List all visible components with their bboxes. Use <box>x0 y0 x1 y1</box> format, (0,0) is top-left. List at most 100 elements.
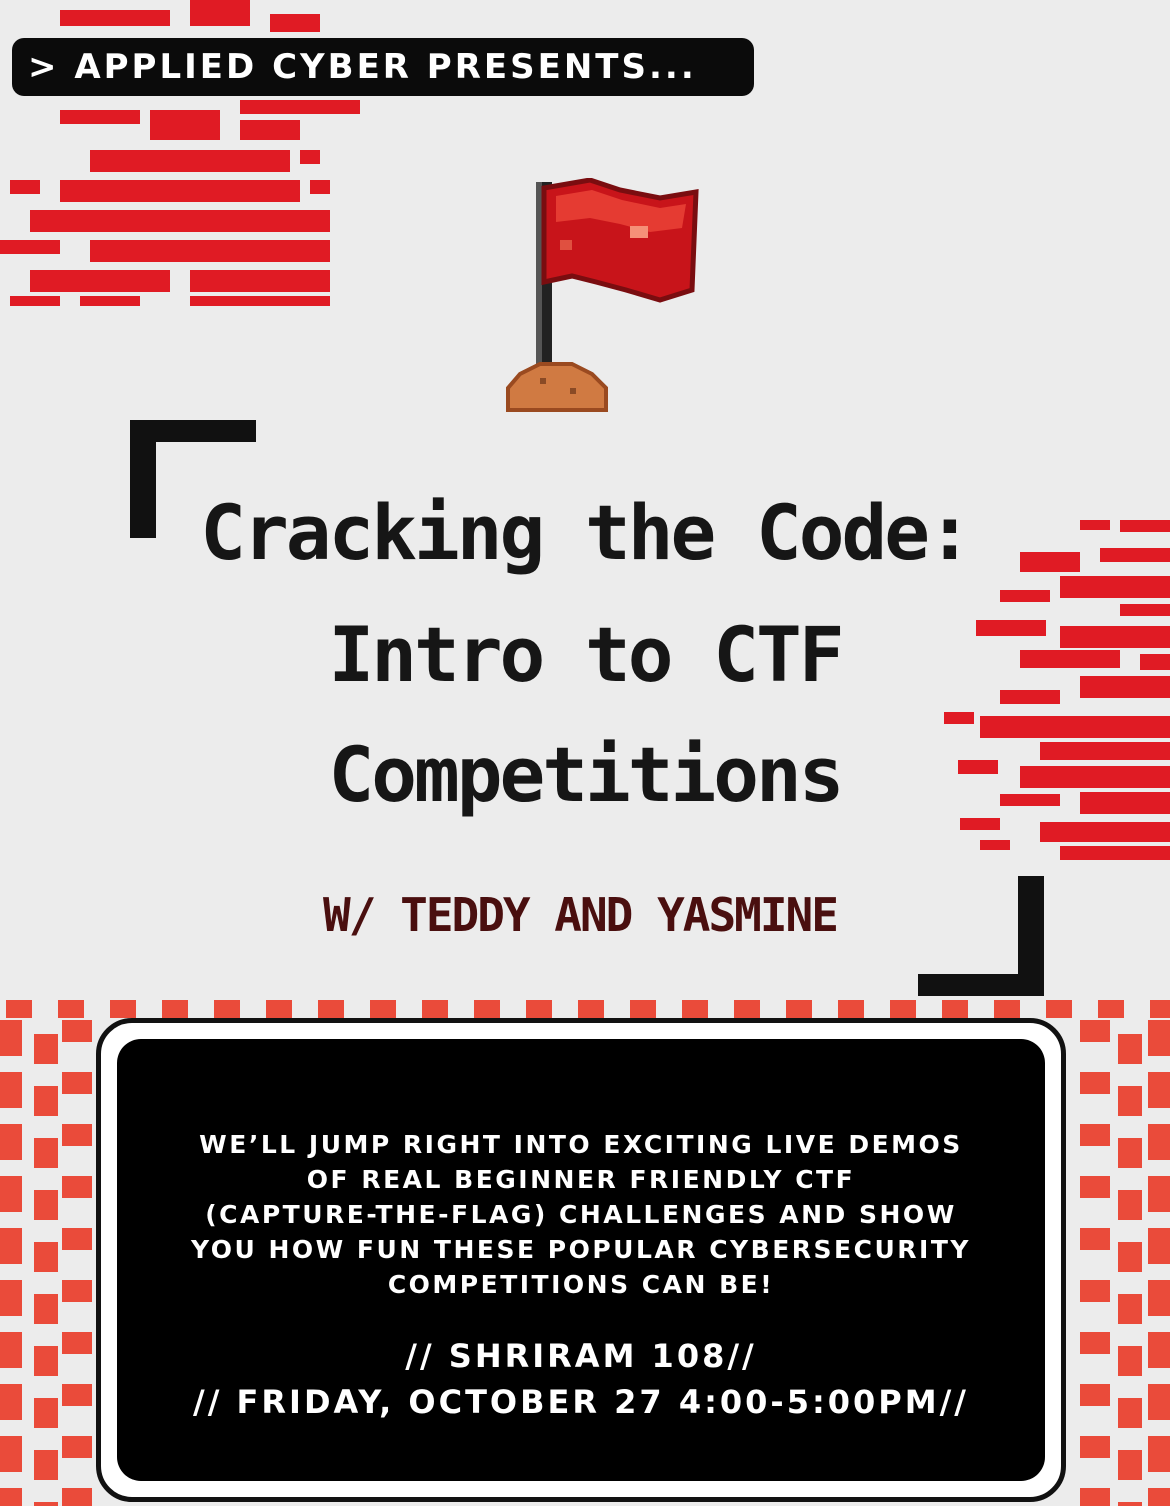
glitch-pixel <box>30 270 170 292</box>
glitch-pixel <box>1060 576 1170 598</box>
pattern-pixel <box>0 1228 22 1264</box>
pattern-pixel <box>0 1488 22 1506</box>
pattern-pixel <box>786 1000 812 1018</box>
pattern-pixel <box>62 1332 92 1354</box>
glitch-pixel <box>60 110 140 124</box>
pattern-pixel <box>370 1000 396 1018</box>
pattern-pixel <box>1080 1280 1110 1302</box>
glitch-pixel <box>944 712 974 724</box>
glitch-pixel <box>240 120 300 140</box>
glitch-pixel <box>300 150 320 164</box>
pattern-pixel <box>1148 1332 1170 1368</box>
glitch-pixel <box>90 150 290 172</box>
pattern-pixel <box>1148 1072 1170 1108</box>
event-description: WE’LL JUMP RIGHT INTO EXCITING LIVE DEMO… <box>191 1130 971 1299</box>
glitch-pixel <box>190 296 330 306</box>
pattern-pixel <box>266 1000 292 1018</box>
pattern-pixel <box>34 1138 58 1168</box>
pattern-pixel <box>1118 1242 1142 1272</box>
flag-icon <box>506 178 699 412</box>
pattern-pixel <box>62 1072 92 1094</box>
glitch-pixel <box>270 14 320 32</box>
glitch-pixel <box>1060 846 1170 860</box>
pattern-pixel <box>1080 1176 1110 1198</box>
pattern-pixel <box>1148 1488 1170 1506</box>
pattern-pixel <box>34 1242 58 1272</box>
pattern-pixel <box>1080 1124 1110 1146</box>
pattern-pixel <box>1148 1436 1170 1472</box>
presenter-text: > APPLIED CYBER PRESENTS... <box>28 47 697 87</box>
pattern-pixel <box>994 1000 1020 1018</box>
pattern-pixel <box>942 1000 968 1018</box>
glitch-pixel <box>30 210 330 232</box>
pattern-pixel <box>62 1176 92 1198</box>
pattern-pixel <box>526 1000 552 1018</box>
pattern-pixel <box>1148 1176 1170 1212</box>
pattern-pixel <box>34 1398 58 1428</box>
pattern-pixel <box>62 1124 92 1146</box>
pattern-pixel <box>1148 1280 1170 1316</box>
pattern-pixel <box>630 1000 656 1018</box>
pattern-pixel <box>1080 1436 1110 1458</box>
pattern-pixel <box>34 1450 58 1480</box>
glitch-pixel <box>1000 590 1050 602</box>
pattern-pixel <box>1080 1072 1110 1094</box>
glitch-pixel <box>980 840 1010 850</box>
pattern-pixel <box>1118 1190 1142 1220</box>
pattern-pixel <box>162 1000 188 1018</box>
glitch-pixel <box>960 818 1000 830</box>
glitch-pixel <box>10 296 60 306</box>
pattern-pixel <box>1080 1228 1110 1250</box>
title-line-1: Cracking the Code: <box>200 488 973 577</box>
glitch-pixel <box>0 240 60 254</box>
pattern-pixel <box>1118 1398 1142 1428</box>
pattern-pixel <box>0 1280 22 1316</box>
pattern-pixel <box>62 1384 92 1406</box>
pattern-pixel <box>0 1072 22 1108</box>
pattern-pixel <box>682 1000 708 1018</box>
event-info-box: WE’LL JUMP RIGHT INTO EXCITING LIVE DEMO… <box>96 1018 1066 1502</box>
event-datetime: // FRIDAY, OCTOBER 27 4:00-5:00PM// <box>193 1383 969 1421</box>
glitch-pixel <box>60 10 170 26</box>
pattern-pixel <box>890 1000 916 1018</box>
presenter-banner: > APPLIED CYBER PRESENTS... <box>12 38 754 96</box>
presenters-subtitle: W/ TEDDY AND YASMINE <box>323 888 839 942</box>
glitch-pixel <box>90 240 330 262</box>
pattern-pixel <box>34 1502 58 1506</box>
pattern-pixel <box>1080 1384 1110 1406</box>
pattern-pixel <box>6 1000 32 1018</box>
pattern-pixel <box>34 1034 58 1064</box>
pattern-pixel <box>0 1332 22 1368</box>
event-poster: > APPLIED CYBER PRESENTS... Cracking the… <box>0 0 1170 1506</box>
glitch-pixel <box>310 180 330 194</box>
glitch-pixel <box>190 0 250 26</box>
pattern-pixel <box>1118 1450 1142 1480</box>
pattern-pixel <box>1118 1502 1142 1506</box>
pattern-pixel <box>0 1384 22 1420</box>
glitch-pixel <box>1040 822 1170 842</box>
title-line-3: Competitions <box>328 730 844 819</box>
glitch-pixel <box>10 180 40 194</box>
title-line-2: Intro to CTF <box>328 610 844 699</box>
pattern-pixel <box>734 1000 760 1018</box>
glitch-pixel <box>60 180 300 202</box>
pattern-pixel <box>1148 1228 1170 1264</box>
pattern-pixel <box>0 1020 22 1056</box>
pattern-pixel <box>1118 1086 1142 1116</box>
pattern-pixel <box>110 1000 136 1018</box>
pattern-pixel <box>838 1000 864 1018</box>
pattern-pixel <box>0 1436 22 1472</box>
pattern-pixel <box>34 1346 58 1376</box>
pattern-pixel <box>1118 1034 1142 1064</box>
pattern-pixel <box>1148 1384 1170 1420</box>
pattern-pixel <box>34 1190 58 1220</box>
pattern-pixel <box>1148 1124 1170 1160</box>
pattern-pixel <box>318 1000 344 1018</box>
pattern-pixel <box>62 1488 92 1506</box>
glitch-pixel <box>150 110 220 140</box>
pattern-pixel <box>62 1228 92 1250</box>
pattern-pixel <box>0 1176 22 1212</box>
pattern-pixel <box>62 1436 92 1458</box>
glitch-pixel <box>80 296 140 306</box>
pattern-pixel <box>474 1000 500 1018</box>
